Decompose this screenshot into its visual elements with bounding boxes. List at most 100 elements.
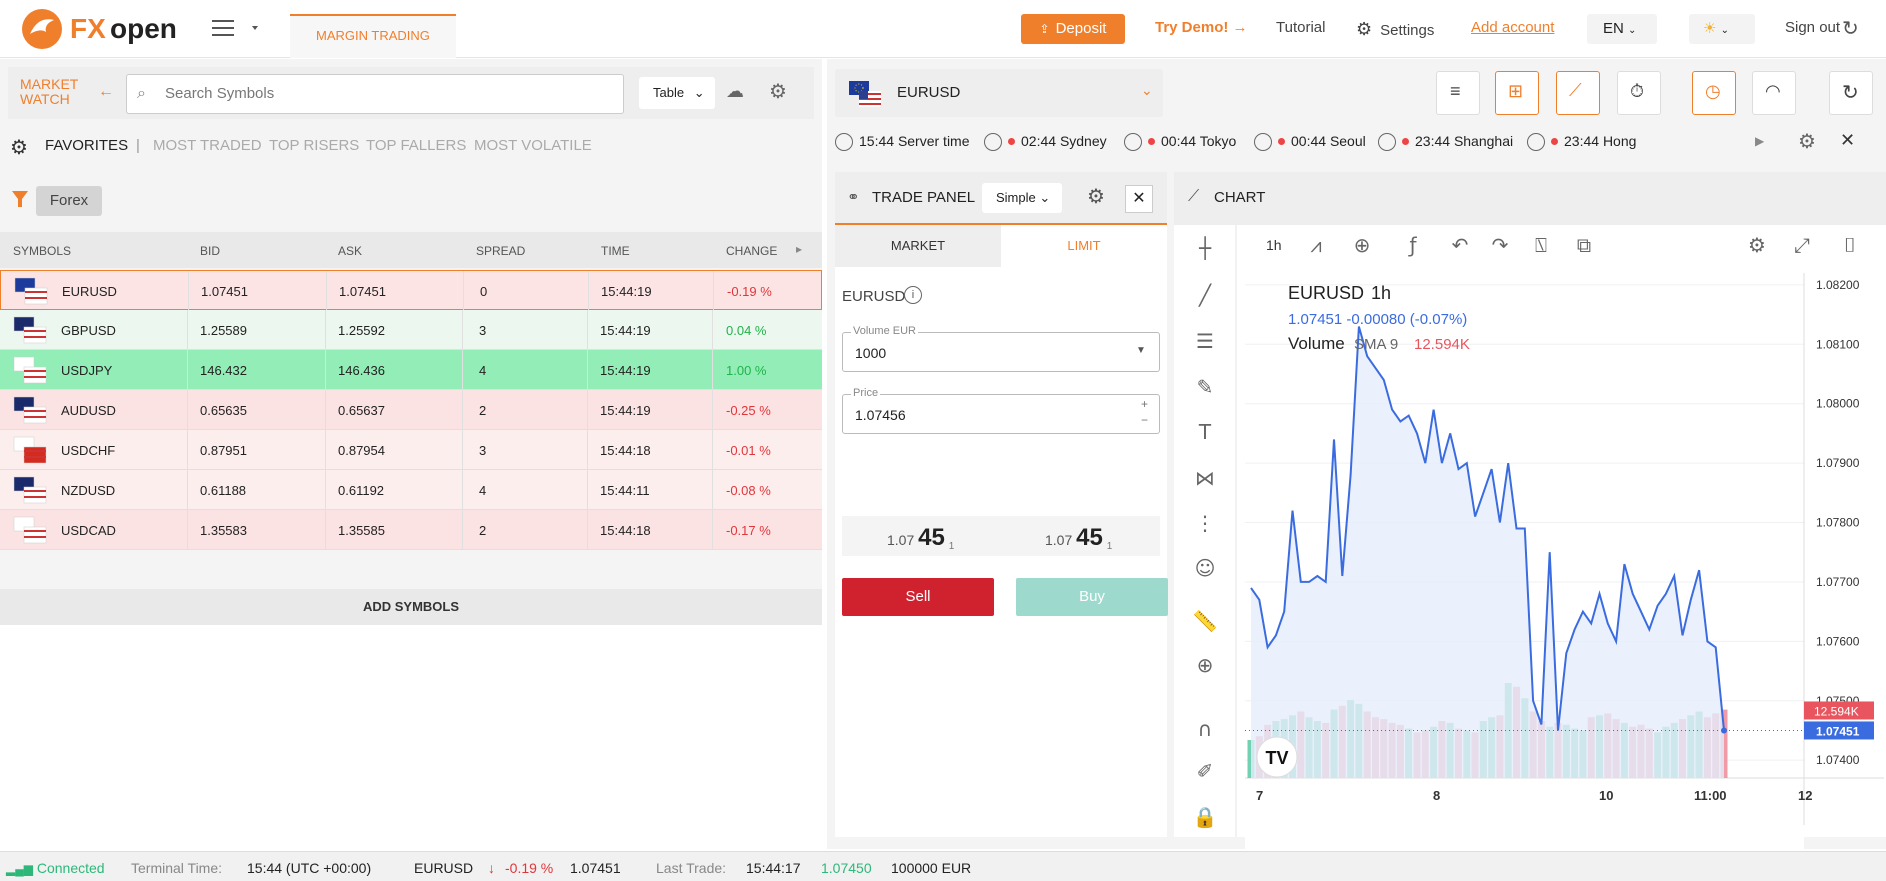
chevron-down-icon: ⌄ <box>1720 25 1730 36</box>
increment-icon[interactable]: + <box>1141 397 1148 411</box>
scroll-right-icon[interactable]: ▸ <box>796 242 802 256</box>
filter-forex-chip[interactable]: Forex <box>36 186 102 216</box>
column-spread[interactable]: SPREAD <box>476 244 525 258</box>
chevron-down-icon: ⌄ <box>1628 25 1637 36</box>
upload-icon[interactable]: ☁ <box>726 81 744 102</box>
tutorial-link[interactable]: Tutorial <box>1276 19 1325 36</box>
screenshot-icon[interactable]: ⌷ <box>1844 233 1856 257</box>
chart-settings-icon[interactable]: ⚙ <box>1748 233 1766 257</box>
search-input[interactable]: ⌕ Search Symbols <box>126 74 624 114</box>
column-change[interactable]: CHANGE <box>726 244 777 258</box>
volume-value: 1000 <box>855 345 887 361</box>
decrement-icon[interactable]: − <box>1141 413 1148 427</box>
column-ask[interactable]: ASK <box>338 244 362 258</box>
cell-change: -0.08 % <box>726 483 771 498</box>
fxopen-logo[interactable]: FX open <box>20 6 190 52</box>
column-divider <box>588 271 589 311</box>
undo-icon[interactable]: ↶ <box>1452 233 1469 257</box>
mode-value: Simple <box>996 190 1036 205</box>
table-row[interactable]: USDCAD 1.35583 1.35585 2 15:44:18 -0.17 % <box>0 510 822 550</box>
mode-select[interactable]: Simple ⌄ <box>982 183 1062 213</box>
tab-market[interactable]: MARKET <box>835 225 1001 267</box>
tab-favorites[interactable]: FAVORITES <box>45 137 128 154</box>
clock-time: 00:44 <box>1291 133 1327 149</box>
zoom-in-icon[interactable]: ⊕ <box>1197 653 1214 677</box>
clock-toggle[interactable]: ◷ <box>1692 71 1736 115</box>
filter-icon[interactable] <box>12 189 28 212</box>
sign-out-link[interactable]: Sign out <box>1785 19 1840 36</box>
lock-draw-icon[interactable]: ✐ <box>1197 759 1214 783</box>
view-select[interactable]: Table ⌄ <box>639 77 715 109</box>
pattern-icon[interactable]: ⋈ <box>1195 466 1215 490</box>
settings-link[interactable]: ⚙ Settings <box>1356 19 1434 40</box>
speed-button[interactable]: ◠ <box>1752 71 1796 115</box>
deposit-button[interactable]: ⇪ Deposit <box>1021 14 1125 44</box>
x-tick-label: 11:00 <box>1694 788 1727 803</box>
crosshair-icon[interactable]: ┼ <box>1198 236 1212 260</box>
column-bid[interactable]: BID <box>200 244 220 258</box>
chart-type-icon[interactable]: ⩘ <box>1310 233 1321 257</box>
cell-time: 15:44:19 <box>600 403 651 418</box>
scroll-right-icon[interactable]: ▶ <box>1755 134 1764 148</box>
gear-icon[interactable]: ⚙ <box>1798 129 1816 154</box>
info-icon[interactable]: i <box>904 286 922 304</box>
refresh-icon[interactable]: ↻ <box>1842 16 1859 41</box>
gear-icon[interactable]: ⚙ <box>10 135 28 160</box>
collapse-arrow-icon[interactable]: ← <box>98 83 114 101</box>
price-chart[interactable]: ┼ ╱ ☰ ✎ T ⋈ ⋮ ☺ 📏 ⊕ ∩ ✐ 🔒 1h ⩘ ⊕ ƒ ↶ ↷ ⍂ ⧉ ⚙ ⤢ ⌷ 1.08200 1.08100 1… <box>1174 225 1886 878</box>
chart-toggle[interactable]: ⟋ <box>1556 71 1600 115</box>
chevron-down-icon: ⌄ <box>1039 190 1051 205</box>
template-icon[interactable]: ⧉ <box>1577 233 1591 257</box>
table-row[interactable]: NZDUSD 0.61188 0.61192 4 15:44:11 -0.08 % <box>0 470 822 510</box>
try-demo-link[interactable]: Try Demo! → <box>1155 19 1248 36</box>
add-indicator-icon[interactable]: ⊕ <box>1354 233 1371 257</box>
table-row[interactable]: GBPUSD 1.25589 1.25592 3 15:44:19 0.04 % <box>0 310 822 350</box>
column-symbols[interactable]: SYMBOLS <box>13 244 71 258</box>
table-row[interactable]: AUDUSD 0.65635 0.65637 2 15:44:19 -0.25 % <box>0 390 822 430</box>
add-symbols-button[interactable]: ADD SYMBOLS <box>0 589 822 625</box>
fullscreen-icon[interactable]: ⤢ <box>1794 233 1810 257</box>
emoji-icon[interactable]: ☺ <box>1195 556 1216 580</box>
table-row[interactable]: EURUSD 1.07451 1.07451 0 15:44:19 -0.19 % <box>0 270 822 311</box>
cell-change: -0.19 % <box>727 284 772 299</box>
column-time[interactable]: TIME <box>601 244 630 258</box>
column-divider <box>587 470 588 510</box>
add-account-link[interactable]: Add account <box>1471 19 1554 36</box>
brush-icon[interactable]: ✎ <box>1197 375 1214 399</box>
symbol-select[interactable]: EURUSD ⌄ <box>835 69 1163 117</box>
tab-top-risers[interactable]: TOP RISERS <box>269 137 359 154</box>
text-tool-icon[interactable]: T <box>1198 420 1212 444</box>
magnet-icon[interactable]: ∩ <box>1198 717 1213 741</box>
table-row[interactable]: USDJPY 146.432 146.436 4 15:44:19 1.00 % <box>0 350 822 390</box>
tab-most-volatile[interactable]: MOST VOLATILE <box>474 137 592 154</box>
tab-top-fallers[interactable]: TOP FALLERS <box>366 137 466 154</box>
interval-select[interactable]: 1h <box>1266 237 1282 253</box>
close-icon[interactable]: ✕ <box>1840 130 1855 151</box>
close-icon[interactable]: ✕ <box>1125 185 1153 213</box>
compare-icon[interactable]: ⍂ <box>1535 233 1547 257</box>
price-input[interactable]: Price 1.07456 + − <box>842 387 1160 434</box>
tab-most-traded[interactable]: MOST TRADED <box>153 137 262 154</box>
tab-margin-trading[interactable]: MARGIN TRADING <box>290 14 456 58</box>
layout-list-button[interactable]: ≡ <box>1436 71 1480 115</box>
reset-button[interactable]: ↻ <box>1829 71 1873 115</box>
buy-button[interactable]: Buy <box>1016 578 1168 616</box>
fib-icon[interactable]: ⋮ <box>1195 511 1215 535</box>
table-row[interactable]: USDCHF 0.87951 0.87954 3 15:44:18 -0.01 % <box>0 430 822 470</box>
sell-button[interactable]: Sell <box>842 578 994 616</box>
language-select[interactable]: EN ⌄ <box>1587 14 1657 44</box>
horizontal-lines-icon[interactable]: ☰ <box>1196 329 1214 353</box>
ruler-icon[interactable]: 📏 <box>1193 609 1218 633</box>
function-icon[interactable]: ƒ <box>1407 233 1417 257</box>
lock-icon[interactable]: 🔒 <box>1193 805 1218 829</box>
volume-select[interactable]: Volume EUR 1000 ▼ <box>842 325 1160 372</box>
menu-button[interactable] <box>212 18 258 41</box>
tab-limit[interactable]: LIMIT <box>1001 225 1167 267</box>
theme-toggle[interactable]: ☀ ⌄ <box>1689 14 1755 44</box>
timer-button[interactable]: ⏱ <box>1617 71 1661 115</box>
trade-panel-toggle[interactable]: ⊞ <box>1495 71 1539 115</box>
trend-line-icon[interactable]: ╱ <box>1198 283 1212 307</box>
gear-icon[interactable]: ⚙ <box>1087 184 1105 209</box>
redo-icon[interactable]: ↷ <box>1492 233 1509 257</box>
gear-icon[interactable]: ⚙ <box>769 79 787 104</box>
